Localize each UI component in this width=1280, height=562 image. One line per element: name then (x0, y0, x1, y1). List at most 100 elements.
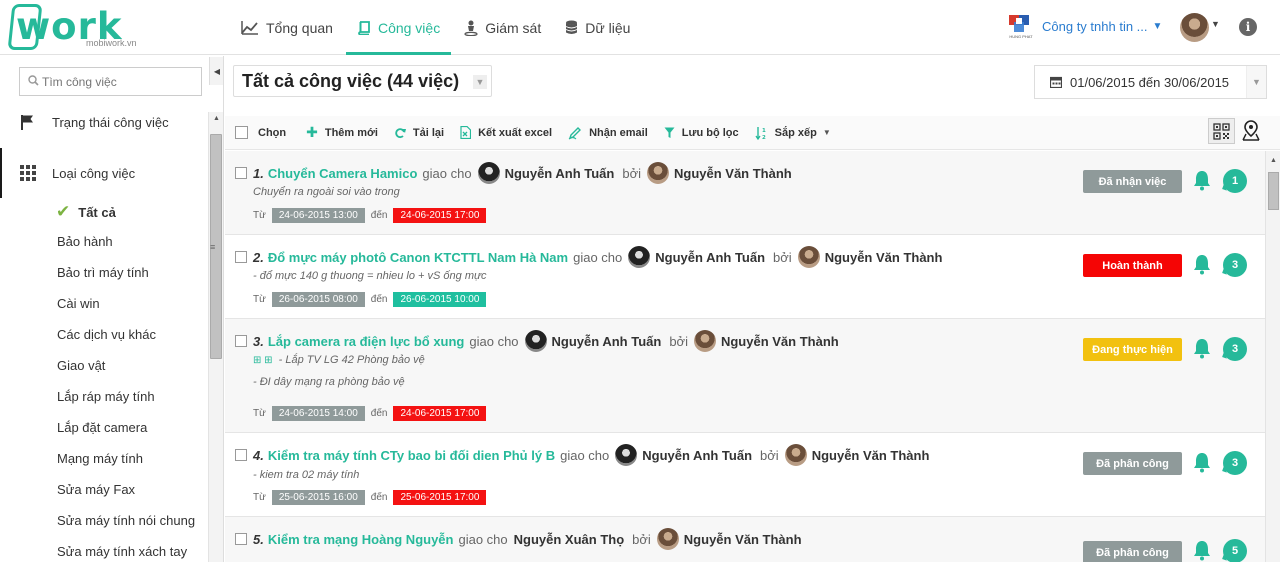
user-avatar[interactable] (1180, 13, 1209, 42)
task-title-link[interactable]: Đổ mực máy photô Canon KTCTTL Nam Hà Nam (268, 250, 568, 265)
sidebar-scrollbar[interactable]: ▲ (208, 112, 223, 562)
assignee-name[interactable]: Nguyễn Anh Tuấn (552, 334, 662, 349)
task-checkbox[interactable] (235, 449, 247, 461)
sidebar-section-type[interactable]: Loại công việc (0, 148, 208, 198)
bell-icon[interactable] (1192, 337, 1212, 359)
avatar (797, 246, 820, 268)
task-search[interactable] (19, 67, 202, 96)
calendar-icon (1050, 76, 1062, 88)
bell-icon[interactable] (1192, 451, 1212, 473)
sort-button[interactable]: 12 Sắp xếp ▼ (755, 126, 831, 140)
collapse-sidebar-button[interactable]: ◀ (209, 57, 223, 85)
resize-grip-icon[interactable]: ≡ (210, 242, 215, 252)
sidebar-item-mang-may-tinh[interactable]: Mạng máy tính (57, 451, 143, 466)
comment-count-badge[interactable]: 3 (1222, 451, 1247, 475)
export-excel-button[interactable]: Kết xuất excel (460, 126, 552, 139)
bell-icon[interactable] (1192, 253, 1212, 275)
task-title-link[interactable]: Chuyển Camera Hamico (268, 166, 418, 181)
assigned-to-label: giao cho (458, 531, 508, 547)
scroll-up-icon[interactable]: ▲ (1270, 157, 1277, 164)
assigner-name[interactable]: Nguyễn Văn Thành (674, 166, 792, 181)
comment-count-badge[interactable]: 3 (1222, 253, 1247, 277)
date-range-text: 01/06/2015 đến 30/06/2015 (1070, 74, 1230, 90)
scrollbar-thumb[interactable] (1268, 172, 1279, 210)
mobiwork-logo[interactable]: work mobiwork.vn (7, 3, 158, 53)
sidebar-item-sua-may-tinh-noi-chung[interactable]: Sửa máy tính nói chung (57, 513, 195, 528)
map-view-toggle[interactable] (1241, 119, 1261, 143)
grid-view-toggle[interactable] (1208, 118, 1235, 144)
nav-cong-viec[interactable]: Công việc (345, 0, 452, 55)
task-toolbar: Chọn ✚ Thêm mới Tải lại Kết xuất excel N… (225, 116, 1280, 150)
status-badge[interactable]: Đã phân công (1083, 541, 1182, 562)
toolbar-label: Nhận email (589, 126, 648, 139)
toolbar-label: Sắp xếp (774, 126, 817, 139)
status-badge[interactable]: Đã nhận việc (1083, 170, 1182, 193)
caret-down-icon[interactable]: ▼ (1211, 19, 1220, 29)
sidebar-item-sua-may-tinh-xach-tay[interactable]: Sửa máy tính xách tay (57, 544, 187, 559)
sidebar-item-lap-rap-may-tinh[interactable]: Lắp ráp máy tính (57, 389, 155, 404)
svg-text:1: 1 (762, 128, 766, 134)
by-label: bởi (669, 333, 688, 349)
task-title-link[interactable]: Kiểm tra mạng Hoàng Nguyễn (268, 532, 454, 547)
reload-button[interactable]: Tải lại (394, 127, 444, 139)
comment-count-badge[interactable]: 3 (1222, 337, 1247, 361)
sidebar-item-bao-hanh[interactable]: Bảo hành (57, 234, 113, 249)
task-checkbox[interactable] (235, 335, 247, 347)
task-row[interactable]: 5. Kiểm tra mạng Hoàng Nguyễn giao cho N… (225, 517, 1265, 562)
task-checkbox[interactable] (235, 167, 247, 179)
sidebar-item-sua-may-fax[interactable]: Sửa máy Fax (57, 482, 135, 497)
nav-tong-quan[interactable]: Tổng quan (230, 0, 344, 55)
status-badge[interactable]: Hoàn thành (1083, 254, 1182, 277)
sidebar-item-giao-vat[interactable]: Giao vật (57, 358, 105, 373)
task-row[interactable]: 4. Kiểm tra máy tính CTy bao bi đối dien… (225, 433, 1265, 517)
assignee-name[interactable]: Nguyễn Anh Tuấn (655, 250, 765, 265)
sidebar-item-lap-dat-camera[interactable]: Lắp đặt camera (57, 420, 147, 435)
sidebar-item-all[interactable]: ✔ Tất cả (56, 202, 116, 222)
assigner-name[interactable]: Nguyễn Văn Thành (812, 448, 930, 463)
task-list-scrollbar[interactable]: ▲ (1265, 151, 1280, 562)
task-checkbox[interactable] (235, 533, 247, 545)
assigner-name[interactable]: Nguyễn Văn Thành (684, 532, 802, 547)
nav-giam-sat[interactable]: Giám sát (453, 0, 552, 55)
sidebar-item-bao-tri-may-tinh[interactable]: Bảo trì máy tính (57, 265, 149, 280)
assigner-name[interactable]: Nguyễn Văn Thành (721, 334, 839, 349)
task-row[interactable]: 3. Lắp camera ra điện lực bổ xung giao c… (225, 319, 1265, 433)
search-input[interactable] (42, 74, 192, 89)
task-row[interactable]: 2. Đổ mực máy photô Canon KTCTTL Nam Hà … (225, 235, 1265, 319)
sidebar-item-cai-win[interactable]: Cài win (57, 296, 100, 311)
status-badge[interactable]: Đang thực hiện (1083, 338, 1182, 361)
assigner-name[interactable]: Nguyễn Văn Thành (825, 250, 943, 265)
task-title-link[interactable]: Kiểm tra máy tính CTy bao bi đối dien Ph… (268, 448, 555, 463)
select-all-checkbox[interactable] (235, 126, 248, 139)
task-title-link[interactable]: Lắp camera ra điện lực bổ xung (268, 334, 465, 349)
comment-count-badge[interactable]: 1 (1222, 169, 1247, 193)
save-filter-button[interactable]: Lưu bộ lọc (664, 127, 739, 139)
bell-icon[interactable] (1192, 539, 1212, 561)
scroll-up-icon[interactable]: ▲ (213, 115, 220, 122)
nav-label: Dữ liệu (585, 19, 631, 36)
status-badge[interactable]: Đã phân công (1083, 452, 1182, 475)
company-switcher[interactable]: HUNG PHAT Công ty tnhh tin ... ▼ (1006, 12, 1162, 40)
assignee-name[interactable]: Nguyễn Anh Tuấn (505, 166, 615, 181)
task-row[interactable]: 1. Chuyển Camera Hamico giao cho Nguyễn … (225, 151, 1265, 235)
task-checkbox[interactable] (235, 251, 247, 263)
select-button[interactable]: Chọn (258, 127, 286, 139)
flag-icon (20, 114, 38, 130)
info-icon[interactable]: i (1239, 18, 1257, 36)
end-date-chip: 26-06-2015 10:00 (393, 292, 487, 307)
add-button[interactable]: ✚ Thêm mới (306, 124, 378, 141)
task-description: - kiem tra 02 máy tính (253, 469, 360, 481)
sidebar-section-status[interactable]: Trạng thái công việc (0, 97, 208, 147)
bell-icon[interactable] (1192, 169, 1212, 191)
receive-email-button[interactable]: Nhận email (568, 126, 648, 140)
nav-du-lieu[interactable]: Dữ liệu (554, 0, 641, 55)
view-title-dropdown[interactable]: Tất cả công việc (44 việc) ▼ (233, 65, 492, 97)
assigned-to-label: giao cho (422, 165, 472, 181)
start-date-chip: 26-06-2015 08:00 (271, 292, 365, 307)
comment-count-badge[interactable]: 5 (1222, 539, 1247, 562)
date-range-picker[interactable]: 01/06/2015 đến 30/06/2015 ▼ (1034, 65, 1267, 99)
comment-count: 1 (1231, 175, 1239, 187)
assignee-name[interactable]: Nguyễn Xuân Thọ (514, 532, 625, 547)
assignee-name[interactable]: Nguyễn Anh Tuấn (642, 448, 752, 463)
sidebar-item-dich-vu-khac[interactable]: Các dịch vụ khác (57, 327, 156, 342)
